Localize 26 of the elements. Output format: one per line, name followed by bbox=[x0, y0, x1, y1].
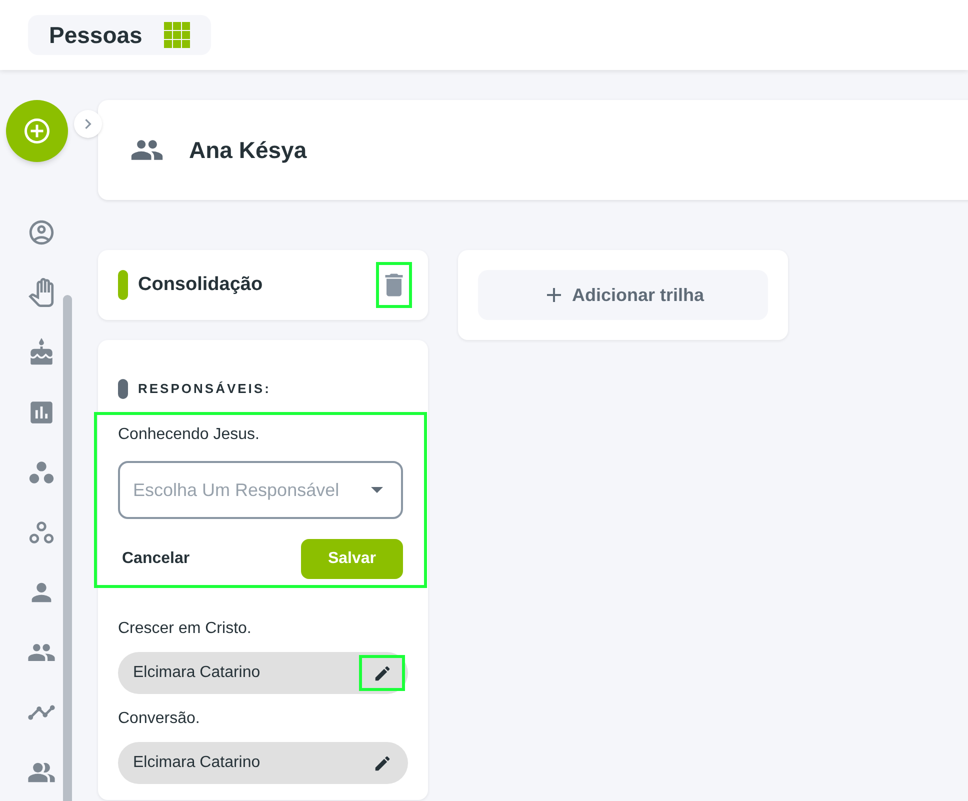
section-heading: RESPONSÁVEIS: bbox=[138, 380, 271, 398]
responsible-name: Elcimara Catarino bbox=[133, 753, 262, 773]
pencil-icon bbox=[372, 754, 392, 772]
stage-label: Conhecendo Jesus. bbox=[118, 425, 260, 445]
app-title-chip[interactable]: Pessoas bbox=[28, 15, 212, 55]
person-name: Ana Késya bbox=[189, 136, 307, 165]
track-title: Consolidação bbox=[138, 272, 264, 297]
hand-icon[interactable] bbox=[27, 278, 56, 307]
caret-icon bbox=[371, 487, 383, 493]
responsible-name: Elcimara Catarino bbox=[133, 663, 262, 683]
edit-button[interactable] bbox=[359, 655, 405, 691]
grid-icon[interactable] bbox=[164, 22, 190, 48]
stage-label: Crescer em Cristo. bbox=[118, 619, 252, 639]
track-color-bar bbox=[118, 270, 128, 300]
app-title: Pessoas bbox=[49, 20, 142, 50]
expand-button[interactable] bbox=[74, 110, 102, 138]
add-button[interactable] bbox=[6, 100, 68, 162]
section-marker bbox=[118, 378, 128, 398]
add-track-button[interactable]: Adicionar trilha bbox=[478, 270, 768, 320]
cancel-button[interactable]: Cancelar bbox=[118, 547, 194, 571]
account-icon[interactable] bbox=[27, 218, 56, 247]
pencil-icon bbox=[372, 664, 392, 682]
delete-button[interactable] bbox=[376, 262, 412, 308]
responsible-select[interactable]: Escolha Um Responsável bbox=[118, 461, 403, 519]
scroll-bar[interactable] bbox=[63, 295, 72, 801]
stage-label: Conversão. bbox=[118, 709, 201, 729]
